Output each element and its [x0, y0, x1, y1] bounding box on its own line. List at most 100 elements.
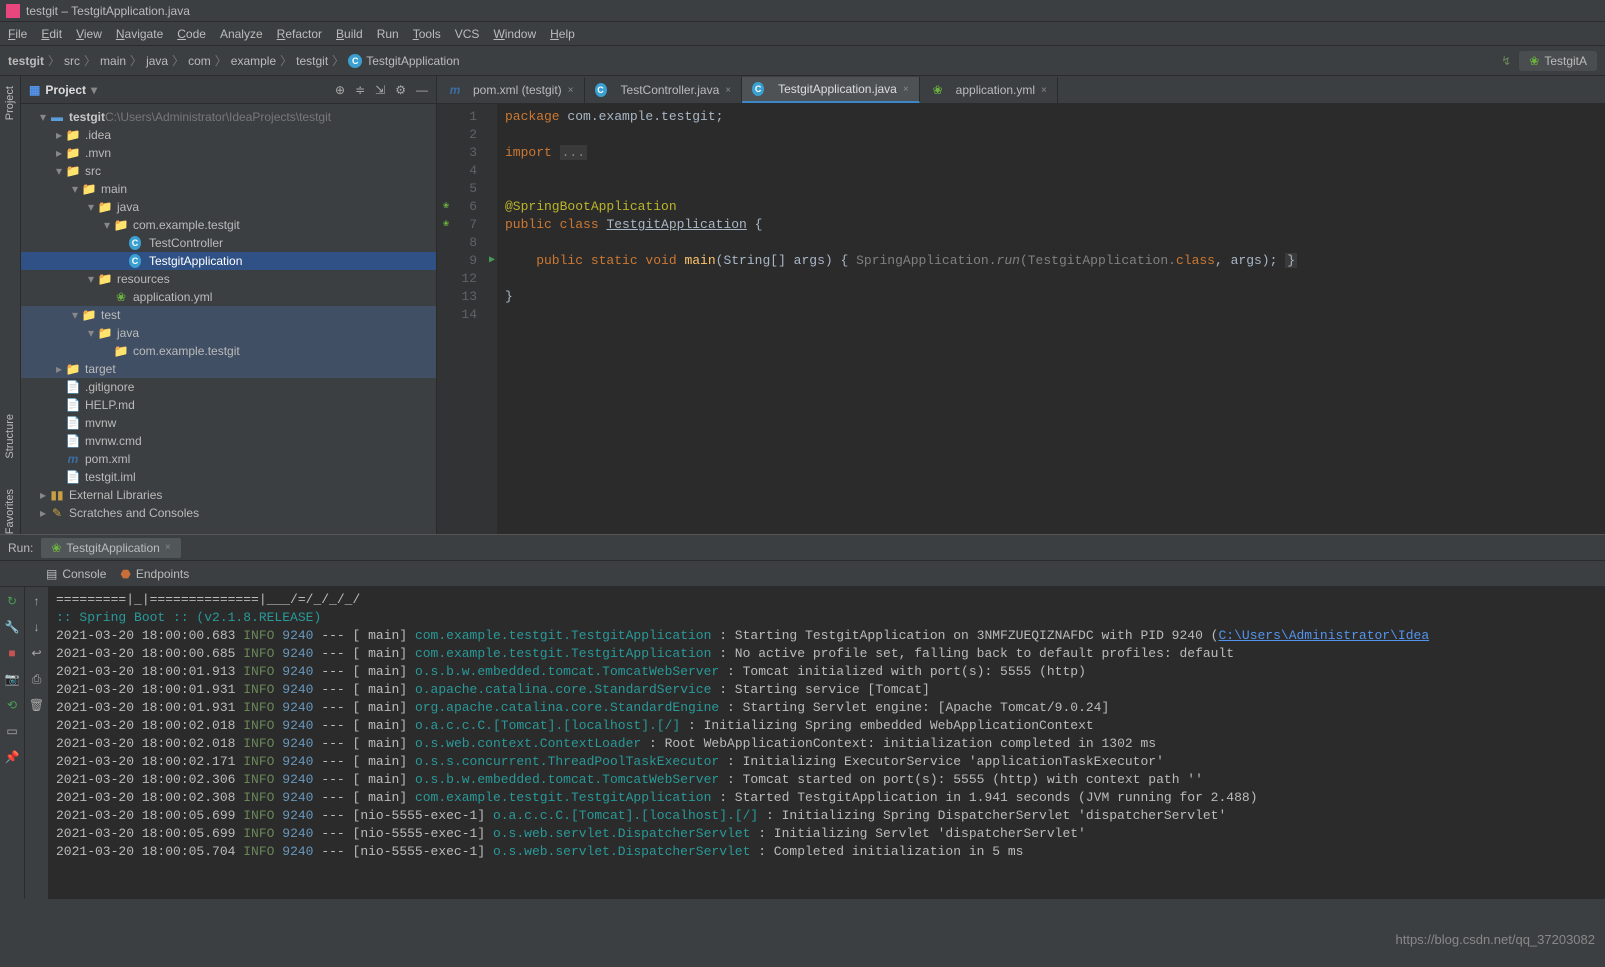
code-line[interactable]: public static void main(String[] args) {… [505, 252, 1597, 270]
tree-row[interactable]: 📄testgit.iml [21, 468, 436, 486]
tree-row[interactable]: 📄.gitignore [21, 378, 436, 396]
build-icon[interactable]: ↯ [1501, 54, 1511, 68]
chevron-icon[interactable]: ▾ [37, 110, 49, 124]
up-icon[interactable]: ↑ [29, 593, 45, 609]
pin-icon[interactable]: 📌 [4, 749, 20, 765]
tree-row[interactable]: 📁com.example.testgit [21, 342, 436, 360]
chevron-icon[interactable]: ▾ [85, 326, 97, 340]
breadcrumb-item[interactable]: main [100, 54, 126, 68]
down-icon[interactable]: ↓ [29, 619, 45, 635]
console-tab[interactable]: ▤ Console [46, 567, 106, 581]
breadcrumb-item[interactable]: example [231, 54, 276, 68]
editor-tab[interactable]: CTestgitApplication.java× [742, 77, 920, 103]
code-line[interactable] [505, 162, 1597, 180]
tree-row[interactable]: ▾📁resources [21, 270, 436, 288]
code-line[interactable]: } [505, 288, 1597, 306]
breadcrumb-item[interactable]: testgit [8, 54, 44, 68]
breadcrumb-item[interactable]: java [146, 54, 168, 68]
tree-row[interactable]: CTestgitApplication [21, 252, 436, 270]
chevron-icon[interactable]: ▸ [37, 506, 49, 520]
breadcrumb-item[interactable]: com [188, 54, 211, 68]
code-line[interactable]: package com.example.testgit; [505, 108, 1597, 126]
line-number[interactable]: 3 [437, 144, 497, 162]
run-tab[interactable]: ❀ TestgitApplication × [41, 538, 180, 558]
dropdown-icon[interactable]: ▾ [91, 83, 97, 97]
menu-vcs[interactable]: VCS [455, 27, 480, 41]
tree-row[interactable]: ▾📁java [21, 198, 436, 216]
tree-row[interactable]: 📄HELP.md [21, 396, 436, 414]
code-line[interactable] [505, 270, 1597, 288]
close-icon[interactable]: × [568, 85, 574, 96]
project-panel-title[interactable]: Project [45, 83, 86, 97]
camera-icon[interactable]: 📷 [4, 671, 20, 687]
editor-tab[interactable]: CTestController.java× [585, 77, 743, 103]
rail-project[interactable]: Project [4, 86, 16, 120]
run-config-selector[interactable]: ❀ TestgitA [1519, 51, 1597, 71]
menu-help[interactable]: Help [550, 27, 575, 41]
menu-view[interactable]: View [76, 27, 102, 41]
console-output[interactable]: =========|_|==============|___/=/_/_/_/ … [48, 587, 1605, 899]
tree-row[interactable]: ▸✎Scratches and Consoles [21, 504, 436, 522]
rail-structure[interactable]: Structure [4, 414, 16, 459]
editor-gutter[interactable]: 123456789121314 [437, 104, 497, 534]
line-number[interactable]: 1 [437, 108, 497, 126]
menu-tools[interactable]: Tools [413, 27, 441, 41]
tree-row[interactable]: ▸📁target [21, 360, 436, 378]
hide-icon[interactable]: — [416, 83, 428, 97]
menu-file[interactable]: File [8, 27, 27, 41]
clear-icon[interactable]: 🗑 [29, 697, 45, 713]
breadcrumb-item[interactable]: TestgitApplication [366, 54, 459, 68]
chevron-icon[interactable]: ▸ [53, 128, 65, 142]
code-line[interactable]: @SpringBootApplication [505, 198, 1597, 216]
line-number[interactable]: 6 [437, 198, 497, 216]
editor-tab[interactable]: ❀application.yml× [920, 77, 1058, 103]
code-line[interactable] [505, 306, 1597, 324]
line-number[interactable]: 2 [437, 126, 497, 144]
code-line[interactable]: public class TestgitApplication { [505, 216, 1597, 234]
code-line[interactable] [505, 180, 1597, 198]
stop-icon[interactable]: ■ [4, 645, 20, 661]
line-number[interactable]: 4 [437, 162, 497, 180]
chevron-icon[interactable]: ▸ [53, 362, 65, 376]
chevron-icon[interactable]: ▸ [37, 488, 49, 502]
editor-tab[interactable]: mpom.xml (testgit)× [437, 77, 585, 103]
line-number[interactable]: 9 [437, 252, 497, 270]
line-number[interactable]: 8 [437, 234, 497, 252]
line-number[interactable]: 12 [437, 270, 497, 288]
tree-row[interactable]: CTestController [21, 234, 436, 252]
tree-row[interactable]: ▾▬testgit C:\Users\Administrator\IdeaPro… [21, 108, 436, 126]
rerun-icon[interactable]: ↻ [4, 593, 20, 609]
tree-row[interactable]: ▾📁com.example.testgit [21, 216, 436, 234]
line-number[interactable]: 14 [437, 306, 497, 324]
tree-row[interactable]: ▸📁.mvn [21, 144, 436, 162]
tree-row[interactable]: ▾📁test [21, 306, 436, 324]
menu-analyze[interactable]: Analyze [220, 27, 263, 41]
chevron-icon[interactable]: ▾ [53, 164, 65, 178]
close-icon[interactable]: × [165, 542, 171, 553]
code-line[interactable] [505, 126, 1597, 144]
tree-row[interactable]: ▸📁.idea [21, 126, 436, 144]
close-icon[interactable]: × [725, 85, 731, 96]
line-number[interactable]: 7 [437, 216, 497, 234]
code-line[interactable]: import ... [505, 144, 1597, 162]
chevron-icon[interactable]: ▾ [85, 200, 97, 214]
collapse-icon[interactable]: ≑ [355, 83, 365, 97]
tree-row[interactable]: ❀application.yml [21, 288, 436, 306]
menu-navigate[interactable]: Navigate [116, 27, 163, 41]
tree-row[interactable]: mpom.xml [21, 450, 436, 468]
endpoints-tab[interactable]: ⬣ Endpoints [120, 567, 189, 581]
line-number[interactable]: 13 [437, 288, 497, 306]
menu-run[interactable]: Run [377, 27, 399, 41]
tree-row[interactable]: ▸▮▮External Libraries [21, 486, 436, 504]
tree-row[interactable]: ▾📁src [21, 162, 436, 180]
menu-refactor[interactable]: Refactor [277, 27, 322, 41]
chevron-icon[interactable]: ▾ [69, 308, 81, 322]
chevron-icon[interactable]: ▸ [53, 146, 65, 160]
close-icon[interactable]: × [1041, 85, 1047, 96]
breadcrumb-item[interactable]: testgit [296, 54, 328, 68]
wrap-icon[interactable]: ↩ [29, 645, 45, 661]
tree-row[interactable]: ▾📁main [21, 180, 436, 198]
tree-row[interactable]: 📄mvnw.cmd [21, 432, 436, 450]
rail-favorites[interactable]: Favorites [4, 489, 16, 534]
tree-row[interactable]: ▾📁java [21, 324, 436, 342]
